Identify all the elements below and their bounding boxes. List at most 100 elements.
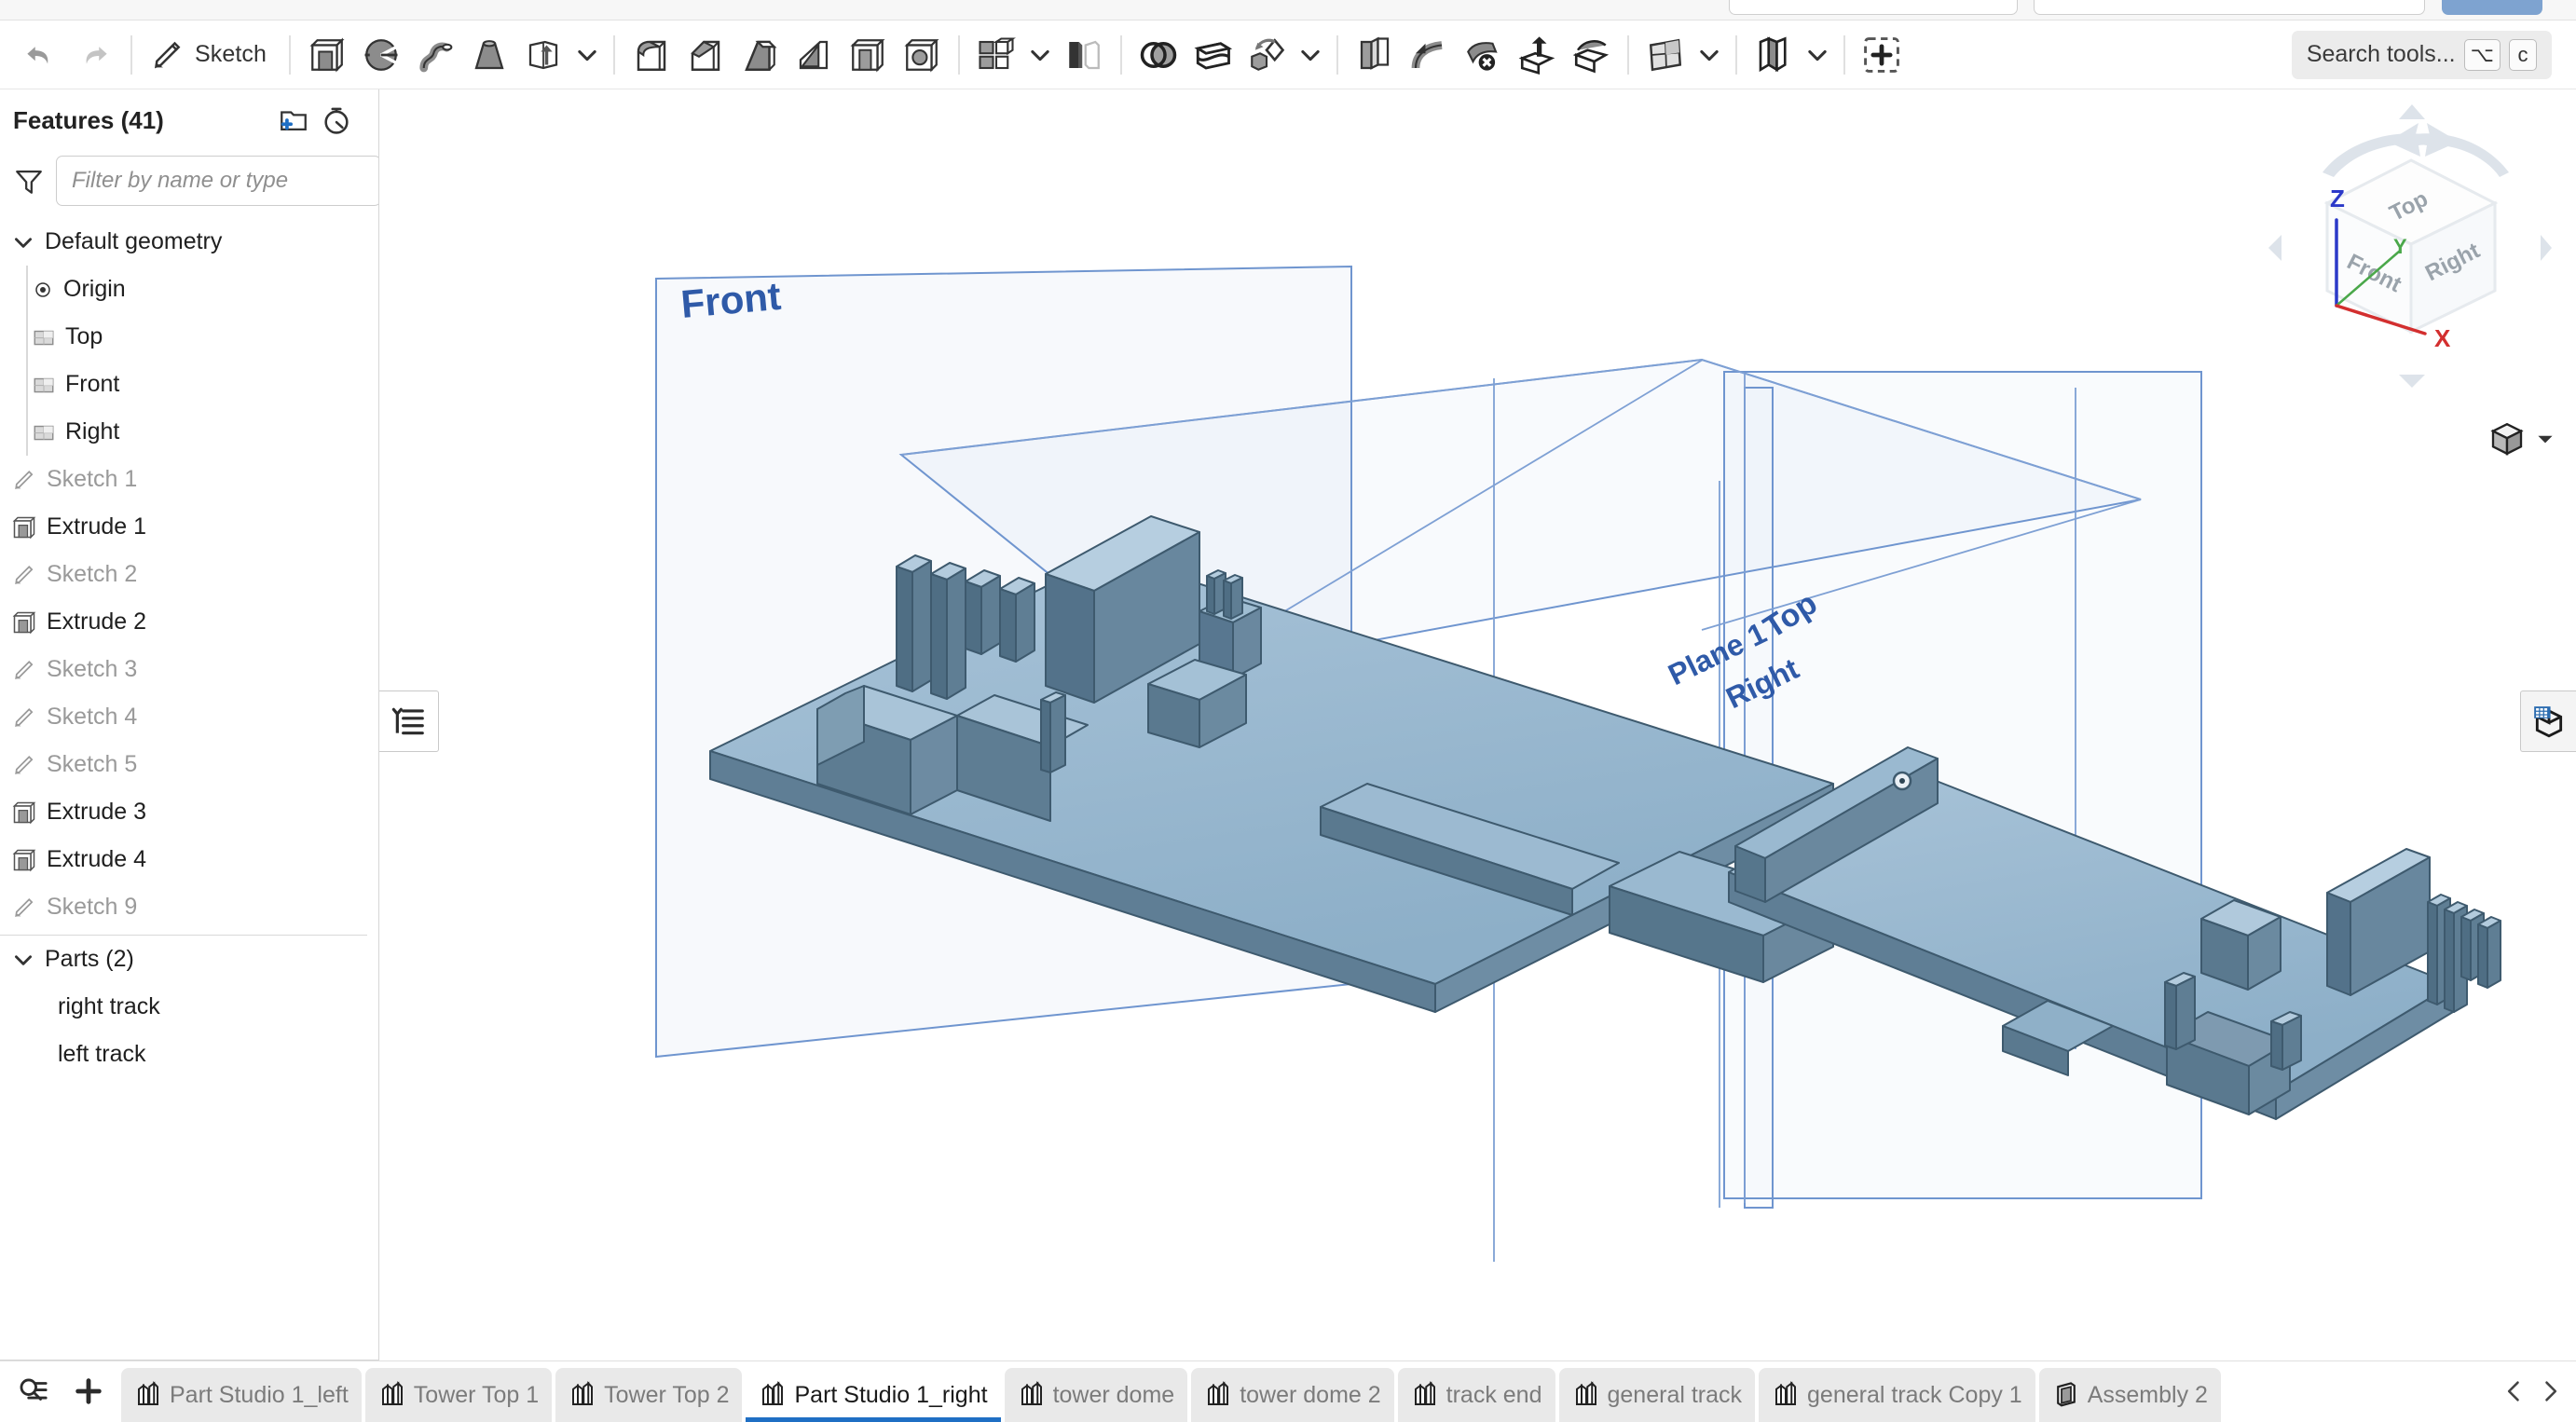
sheet-metal-bend-button[interactable] [1402,28,1456,82]
chamfer-button[interactable] [678,28,733,82]
mirror-button[interactable] [1057,28,1111,82]
appearance-panel-button[interactable] [2520,690,2576,752]
feature-label: Extrude 1 [47,513,147,540]
feature-label: Sketch 3 [47,656,138,682]
feature-row-extrude-1[interactable]: Extrude 1 [0,503,378,551]
draft-button[interactable] [733,28,787,82]
sketch-icon [11,895,37,921]
filter-icon[interactable] [13,165,45,197]
loft-button[interactable] [462,28,516,82]
chevron-down-icon[interactable] [11,948,35,972]
tab-assembly-2[interactable]: Assembly 2 [2038,1368,2221,1422]
thicken-button[interactable] [516,28,570,82]
features-filter-input[interactable] [56,156,378,206]
feature-row-sketch-5[interactable]: Sketch 5 [0,741,378,788]
feature-row-sketch-4[interactable]: Sketch 4 [0,693,378,741]
undo-button[interactable] [13,28,67,82]
view-cube[interactable]: Top Front Right Z Y X [2267,103,2555,391]
sheet-metal-model-button[interactable] [1348,28,1402,82]
toolbar-separator-3 [613,34,616,75]
shell-button[interactable] [841,28,895,82]
shaded-cube-icon[interactable] [2488,420,2526,458]
search-tools-input[interactable]: Search tools... ⌥ c [2291,30,2552,79]
feature-list-icon [391,704,427,739]
top-field-2[interactable] [2034,0,2425,15]
chevron-down-icon[interactable] [2533,427,2557,451]
add-custom-feature-button[interactable] [1855,28,1909,82]
sketch-button[interactable]: Sketch [142,28,280,82]
feature-row-extrude-3[interactable]: Extrude 3 [0,788,378,836]
part-item-right-track[interactable]: right track [0,983,378,1031]
sheet-metal-delete-bend-button[interactable] [1456,28,1510,82]
tab-track-end[interactable]: track end [1397,1368,1555,1422]
tab-tower-top-1[interactable]: Tower Top 1 [364,1368,553,1422]
part-studio-icon [1018,1381,1046,1409]
tab-general-track[interactable]: general track [1558,1368,1756,1422]
tree-item-label: Origin [63,276,126,302]
top-field-1[interactable] [1729,0,2018,15]
derive-button[interactable] [1747,28,1801,82]
feature-row-sketch-9[interactable]: Sketch 9 [0,883,378,931]
hole-button[interactable] [895,28,949,82]
add-tab-icon[interactable] [67,1370,110,1413]
linear-pattern-button[interactable] [969,28,1023,82]
tab-label: Tower Top 1 [413,1381,540,1408]
feature-row-extrude-2[interactable]: Extrude 2 [0,598,378,646]
display-mode-selector[interactable] [2488,420,2557,458]
chevron-left-icon[interactable] [2498,1370,2531,1413]
rib-button[interactable] [787,28,841,82]
boolean-icon [1139,35,1178,75]
chevron-down-icon[interactable] [11,230,35,254]
tree-item-label: Front [65,371,120,397]
mirror-icon [1064,35,1103,75]
feature-row-extrude-4[interactable]: Extrude 4 [0,836,378,883]
tab-part-studio-1-left[interactable]: Part Studio 1_left [121,1368,362,1422]
pattern-dropdown-caret[interactable] [1023,28,1057,82]
boolean-button[interactable] [1131,28,1185,82]
tree-item-top-plane[interactable]: Top [0,313,378,361]
redo-button[interactable] [67,28,121,82]
feature-timer-icon[interactable] [315,99,358,142]
transform-dropdown-caret[interactable] [1294,28,1327,82]
transform-button[interactable] [1240,28,1294,82]
axis-y-label: Y [2393,235,2407,258]
revolve-button[interactable] [354,28,408,82]
tab-tower-dome-2[interactable]: tower dome 2 [1191,1368,1394,1422]
plane-button[interactable] [1638,28,1692,82]
feature-row-sketch-1[interactable]: Sketch 1 [0,456,378,503]
solids-dropdown-caret[interactable] [570,28,604,82]
feature-list-flyout-button[interactable] [379,690,439,752]
tab-general-track-copy-1[interactable]: general track Copy 1 [1759,1368,2035,1422]
tab-tower-top-2[interactable]: Tower Top 2 [555,1368,743,1422]
tree-item-right-plane[interactable]: Right [0,408,378,456]
new-folder-icon[interactable] [272,99,315,142]
tab-label: Tower Top 2 [604,1381,730,1408]
extrude-icon [11,514,37,540]
extrude-button[interactable] [300,28,354,82]
extrude-icon [11,800,37,826]
tree-item-front-plane[interactable]: Front [0,361,378,408]
derive-icon [1754,35,1793,75]
tree-group-default-geometry[interactable]: Default geometry [0,218,378,266]
top-primary-button[interactable] [2442,0,2542,15]
linear-pattern-icon [977,35,1016,75]
feature-row-sketch-3[interactable]: Sketch 3 [0,646,378,693]
part-studio-icon [1572,1381,1600,1409]
fillet-button[interactable] [624,28,678,82]
part-item-left-track[interactable]: left track [0,1031,378,1078]
plane-dropdown-caret[interactable] [1692,28,1726,82]
feature-label: Extrude 4 [47,846,147,872]
feature-row-sketch-2[interactable]: Sketch 2 [0,551,378,598]
derive-dropdown-caret[interactable] [1801,28,1834,82]
tab-tower-dome[interactable]: tower dome [1004,1368,1188,1422]
search-tabs-icon[interactable] [11,1370,54,1413]
unfold-button[interactable] [1510,28,1564,82]
fold-button[interactable] [1564,28,1618,82]
chevron-right-icon[interactable] [2533,1370,2567,1413]
split-button[interactable] [1185,28,1240,82]
tab-part-studio-1-right[interactable]: Part Studio 1_right [746,1368,1001,1422]
sweep-button[interactable] [408,28,462,82]
parts-group-header[interactable]: Parts (2) [0,936,378,983]
graphics-viewport[interactable]: Front Top Plane 1 Right Top Right Z Y X [379,89,2576,1360]
tree-item-origin[interactable]: Origin [0,266,378,313]
